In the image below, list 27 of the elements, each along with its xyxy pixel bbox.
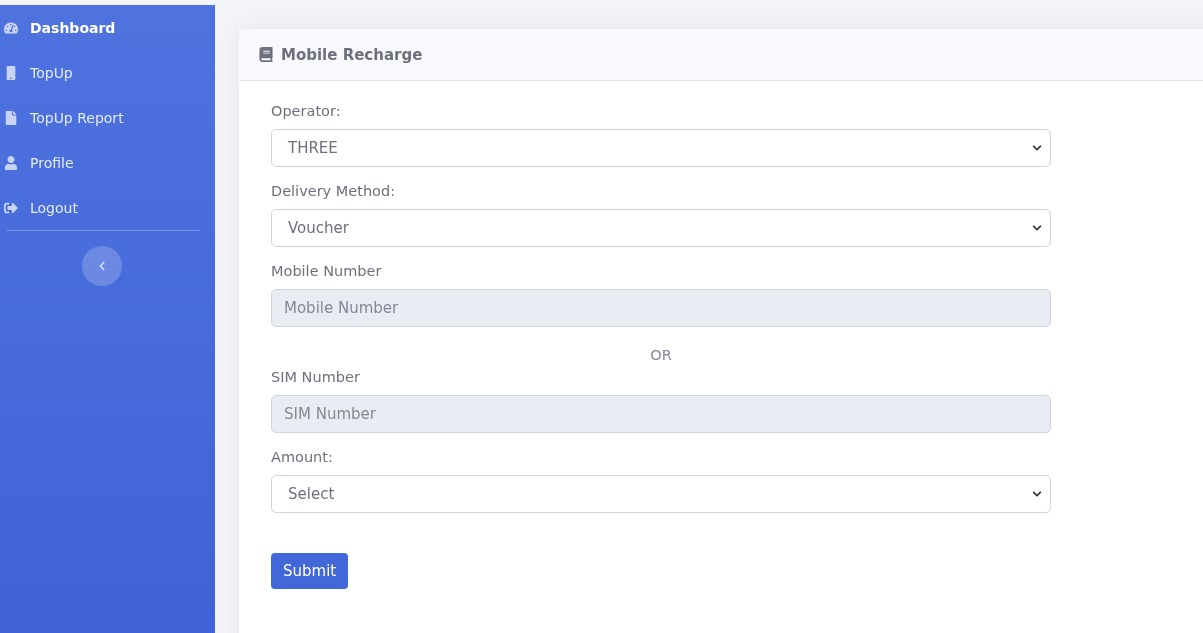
- sidebar-item[interactable]: Dashboard: [0, 5, 215, 50]
- gauge-icon: [4, 20, 18, 35]
- user-icon: [4, 155, 18, 170]
- sidebar-item[interactable]: TopUp: [0, 50, 215, 95]
- caret-icon: [1032, 223, 1042, 233]
- field-label: SIM Number: [271, 369, 361, 385]
- caret-icon: [1032, 143, 1042, 153]
- phone-icon: [4, 65, 18, 80]
- book-icon: [259, 47, 273, 62]
- select-field[interactable]: Select: [271, 475, 1051, 513]
- or-text: OR: [649, 347, 673, 363]
- sign-out-icon: [4, 200, 18, 215]
- sidebar-item[interactable]: Logout: [0, 185, 215, 230]
- caret-icon: [1032, 489, 1042, 499]
- select-field[interactable]: Voucher: [271, 209, 1051, 247]
- sidebar-item[interactable]: Profile: [0, 140, 215, 185]
- sidebar-item[interactable]: TopUp Report: [0, 95, 215, 140]
- submit-button[interactable]: Submit: [271, 553, 349, 589]
- collapse-button[interactable]: [82, 246, 122, 286]
- file-icon: [4, 110, 18, 125]
- card-title: Mobile Recharge: [281, 45, 423, 64]
- chevron-left-icon: [97, 261, 107, 271]
- field-label: Amount:: [271, 449, 334, 465]
- field-label: Operator:: [271, 103, 342, 119]
- field-label: Delivery Method:: [271, 183, 397, 199]
- field-label: Mobile Number: [271, 263, 383, 279]
- select-field[interactable]: THREE: [271, 129, 1051, 167]
